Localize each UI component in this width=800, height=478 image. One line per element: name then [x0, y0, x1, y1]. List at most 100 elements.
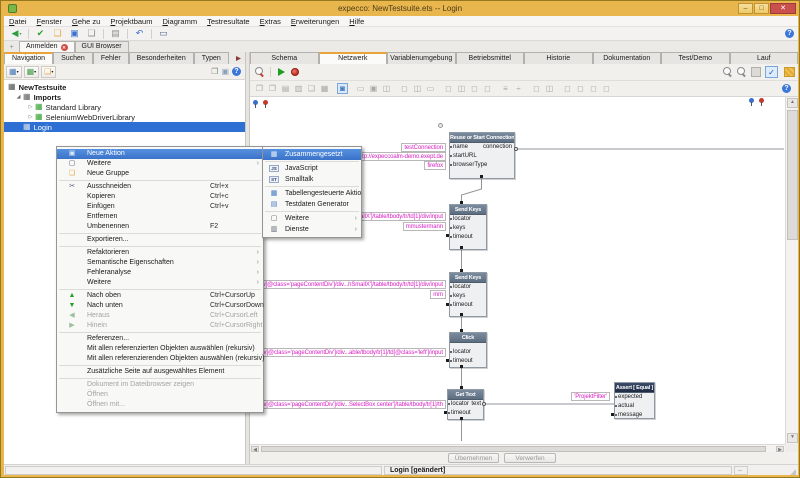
horizontal-scrollbar[interactable]: ◀ ▶ [250, 444, 785, 452]
block-pin-row[interactable]: locatortext [448, 400, 483, 409]
scroll-down-icon[interactable]: ▼ [787, 433, 798, 443]
value-label[interactable]: testConnection [401, 143, 446, 152]
scroll-up-icon[interactable]: ▲ [787, 98, 798, 108]
diagram-tool-icon[interactable]: ❏ [306, 83, 317, 94]
back-icon[interactable]: ◀▾ [10, 28, 23, 40]
tab-close-icon[interactable]: ✕ [61, 44, 68, 51]
diagram-block-get-text[interactable]: Get Text locatortext timeout [447, 389, 484, 420]
pin-blue-icon[interactable] [749, 98, 754, 107]
zoom-in-icon[interactable] [723, 67, 733, 77]
help-icon[interactable]: ? [785, 29, 794, 38]
document-tab[interactable]: GUI Browser [75, 41, 129, 52]
diagram-tool-icon[interactable]: ◫ [544, 83, 555, 94]
menu-item[interactable]: Einfügen Ctrl+v › [57, 202, 263, 212]
menu-item[interactable]: Fehleranalyse › [57, 268, 263, 278]
menu-item[interactable]: ▢ Weitere › [57, 159, 263, 169]
left-panel-tab[interactable]: Typen [194, 52, 229, 64]
right-panel-tab[interactable]: Variablenumgebung [387, 52, 456, 64]
diagram-tool-icon[interactable]: ◫ [412, 83, 423, 94]
menubar-item[interactable]: Erweiterungen [286, 16, 344, 27]
left-panel-tab[interactable]: Besonderheiten [129, 52, 194, 64]
diagram-tool-icon[interactable]: ◻ [443, 83, 454, 94]
block-pin-row[interactable]: locator [450, 348, 486, 357]
menubar-item[interactable]: Extras [255, 16, 286, 27]
diagram-tool-icon[interactable]: ◻ [588, 83, 599, 94]
menu-item[interactable]: Kopieren Ctrl+c › [57, 192, 263, 202]
minimize-button[interactable]: – [738, 3, 753, 14]
menu-item[interactable]: Semantische Eigenschaften › [57, 258, 263, 268]
menu-item[interactable]: JS JavaScript › [263, 163, 361, 174]
value-label[interactable]: firefox [424, 161, 446, 170]
value-label[interactable]: //div[@class='pageContentDiv']/div...hSm… [252, 280, 446, 289]
block-pin-row[interactable]: timeout [450, 301, 486, 310]
tree-item[interactable]: ▦ Login [4, 122, 245, 132]
pin-red-icon[interactable] [759, 98, 764, 107]
menu-item[interactable]: Exportieren... › [57, 235, 263, 245]
block-pin-row[interactable]: message [615, 411, 654, 420]
diagram-tool-icon[interactable]: ◫ [381, 83, 392, 94]
value-label[interactable]: 'ProjektFilter' [571, 392, 610, 401]
menubar-item[interactable]: Gehe zu [67, 16, 105, 27]
vertical-scrollbar[interactable]: ▲ ▼ [785, 97, 798, 444]
search-icon[interactable] [255, 67, 265, 77]
value-label[interactable]: //div[@class='pageContentDiv']/div...abl… [253, 348, 446, 357]
right-panel-tab[interactable]: Dokumentation [593, 52, 662, 64]
diagram-block-reuse-or-start-connection[interactable]: Reuse or Start Connection nameconnection… [449, 132, 515, 179]
undo-icon[interactable]: ↶ [133, 28, 146, 40]
tree-item[interactable]: ▷ ▦ Standard Library [4, 102, 245, 112]
tree-item[interactable]: ◢ ▦ Imports [4, 92, 245, 102]
help-icon[interactable]: ? [232, 67, 241, 76]
validate-icon[interactable]: ✔ [34, 28, 47, 40]
window-resize-grip[interactable] [790, 469, 796, 475]
block-pin-row[interactable]: timeout [448, 409, 483, 418]
save-icon[interactable]: ▣ [68, 28, 81, 40]
block-pin-row[interactable]: locator [450, 215, 486, 224]
menu-item[interactable]: Zusätzliche Seite auf ausgewähltes Eleme… [57, 367, 263, 377]
diagram-tool-icon[interactable]: ◻ [482, 83, 493, 94]
menu-item[interactable]: ▲ Nach oben Ctrl+CursorUp › [57, 291, 263, 301]
new-item-dropdown[interactable]: ▦▾ [6, 66, 22, 78]
menubar-item[interactable]: Hilfe [344, 16, 369, 27]
menu-item[interactable]: ST Smalltalk › [263, 174, 361, 185]
grid-toggle-checkbox[interactable]: ✓ [765, 66, 778, 78]
diagram-tool-icon[interactable]: ◻ [562, 83, 573, 94]
print-icon[interactable]: ▤ [109, 28, 122, 40]
left-panel-tab[interactable]: Navigation [4, 52, 53, 64]
block-pin-row[interactable]: locator [450, 283, 486, 292]
diagram-tool-icon[interactable]: ▤ [280, 83, 291, 94]
maximize-button[interactable]: □ [754, 3, 769, 14]
menu-item[interactable]: Refaktorieren › [57, 248, 263, 258]
menu-item[interactable]: ▼ Nach unten Ctrl+CursorDown › [57, 301, 263, 311]
menu-item[interactable]: ◀ Heraus Ctrl+CursorLeft › [57, 311, 263, 321]
diagram-tool-icon[interactable]: ≡ [500, 83, 511, 94]
diagram-tool-icon[interactable]: ▣ [368, 83, 379, 94]
new-group-dropdown[interactable]: ▦▾ [24, 66, 40, 78]
discard-button[interactable]: Verwerfen [504, 453, 556, 463]
block-pin-row[interactable]: browserType [450, 161, 514, 170]
menubar-item[interactable]: Fenster [32, 16, 67, 27]
close-button[interactable]: ✕ [770, 3, 796, 14]
monitor-icon[interactable]: ▭ [157, 28, 170, 40]
right-panel-tab[interactable]: Test/Demo [661, 52, 730, 64]
diagram-tool-icon[interactable]: ÷ [513, 83, 524, 94]
menu-item[interactable]: ▤ Testdaten Generator › [263, 199, 361, 210]
tree-expander-icon[interactable]: ▷ [26, 114, 35, 120]
left-panel-tab[interactable]: Fehler [93, 52, 129, 64]
menu-item[interactable]: Dokument im Dateibrowser zeigen › [57, 380, 263, 390]
scrollbar-thumb[interactable] [787, 110, 798, 240]
tree-item[interactable]: ▷ ▦ SeleniumWebDriverLibrary [4, 112, 245, 122]
block-pin-row[interactable]: nameconnection [450, 143, 514, 152]
diagram-tool-icon[interactable]: ◻ [531, 83, 542, 94]
menubar-item[interactable]: Testresultate [202, 16, 255, 27]
menu-item[interactable]: ▥ Dienste › [263, 224, 361, 235]
diagram-tool-icon[interactable]: ❐ [267, 83, 278, 94]
menu-item[interactable]: ✂ Ausschneiden Ctrl+x › [57, 182, 263, 192]
fit-view-icon[interactable] [751, 67, 761, 77]
menu-item[interactable]: Weitere › [57, 278, 263, 288]
tree-item[interactable]: ▦ NewTestsuite [4, 82, 245, 92]
right-panel-tab[interactable]: Historie [524, 52, 593, 64]
document-tab[interactable]: Anmelden ✕ [19, 41, 75, 52]
diagram-block-send-keys-2[interactable]: Send Keys locator keys timeout [449, 272, 487, 317]
diagram-tool-icon[interactable]: ◻ [601, 83, 612, 94]
block-pin-row[interactable]: keys [450, 292, 486, 301]
